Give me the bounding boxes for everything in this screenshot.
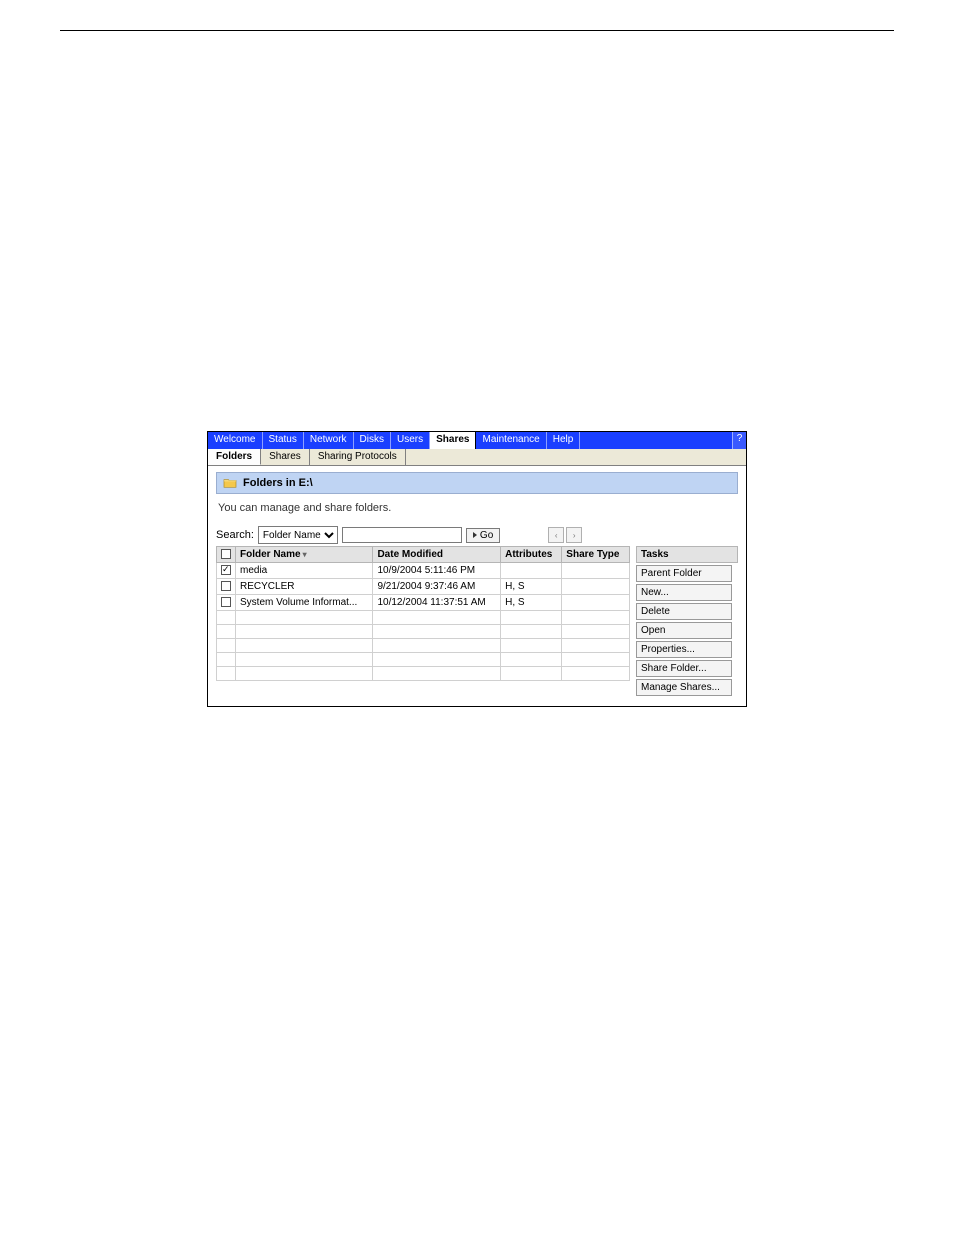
task-properties-button[interactable]: Properties... xyxy=(636,641,732,658)
panel-description: You can manage and share folders. xyxy=(218,502,736,514)
checkbox-icon[interactable] xyxy=(221,549,231,559)
cell-share-type xyxy=(562,595,630,611)
tab-shares[interactable]: Shares xyxy=(430,432,476,449)
cell-date-modified: 10/9/2004 5:11:46 PM xyxy=(373,563,501,579)
sub-nav: Folders Shares Sharing Protocols xyxy=(208,449,746,466)
cell-date-modified: 10/12/2004 11:37:51 AM xyxy=(373,595,501,611)
help-icon[interactable]: ? xyxy=(732,432,746,449)
search-label: Search: xyxy=(216,529,254,541)
column-header-folder-name[interactable]: Folder Name▾ xyxy=(236,547,373,563)
cell-attributes: H, S xyxy=(501,595,562,611)
cell-folder-name: System Volume Informat... xyxy=(236,595,373,611)
panel-title: Folders in E:\ xyxy=(243,477,313,489)
column-header-checkbox[interactable] xyxy=(217,547,236,563)
table-row-empty xyxy=(217,611,630,625)
page-prev-button[interactable]: ‹ xyxy=(548,527,564,543)
cell-folder-name: media xyxy=(236,563,373,579)
search-row: Search: Folder Name Go ‹ › xyxy=(216,526,738,544)
cell-date-modified: 9/21/2004 9:37:46 AM xyxy=(373,579,501,595)
row-checkbox[interactable] xyxy=(221,597,231,607)
top-nav: Welcome Status Network Disks Users Share… xyxy=(208,432,746,449)
column-header-share-type[interactable]: Share Type xyxy=(562,547,630,563)
page-rule xyxy=(60,30,894,31)
column-header-attributes[interactable]: Attributes xyxy=(501,547,562,563)
cell-attributes xyxy=(501,563,562,579)
table-row-empty xyxy=(217,625,630,639)
tasks-panel: Tasks Parent Folder New... Delete Open P… xyxy=(636,546,738,696)
table-row[interactable]: media10/9/2004 5:11:46 PM xyxy=(217,563,630,579)
table-row[interactable]: System Volume Informat...10/12/2004 11:3… xyxy=(217,595,630,611)
subtab-sharing-protocols[interactable]: Sharing Protocols xyxy=(310,449,406,465)
tab-maintenance[interactable]: Maintenance xyxy=(476,432,546,449)
cell-share-type xyxy=(562,563,630,579)
task-open-button[interactable]: Open xyxy=(636,622,732,639)
table-row-empty xyxy=(217,653,630,667)
task-new-button[interactable]: New... xyxy=(636,584,732,601)
search-input[interactable] xyxy=(342,527,462,543)
row-checkbox[interactable] xyxy=(221,581,231,591)
tab-users[interactable]: Users xyxy=(391,432,430,449)
folder-table: Folder Name▾ Date Modified Attributes Sh… xyxy=(216,546,630,696)
task-manage-shares-button[interactable]: Manage Shares... xyxy=(636,679,732,696)
cell-attributes: H, S xyxy=(501,579,562,595)
column-header-date-modified[interactable]: Date Modified xyxy=(373,547,501,563)
app-window: Welcome Status Network Disks Users Share… xyxy=(207,431,747,707)
subtab-folders[interactable]: Folders xyxy=(208,449,261,465)
task-parent-folder-button[interactable]: Parent Folder xyxy=(636,565,732,582)
paging-buttons: ‹ › xyxy=(548,527,582,543)
row-checkbox[interactable] xyxy=(221,565,231,575)
play-icon xyxy=(473,532,477,538)
table-row-empty xyxy=(217,639,630,653)
task-share-folder-button[interactable]: Share Folder... xyxy=(636,660,732,677)
search-field-select[interactable]: Folder Name xyxy=(258,526,338,544)
cell-share-type xyxy=(562,579,630,595)
tab-help[interactable]: Help xyxy=(547,432,581,449)
table-row-empty xyxy=(217,667,630,681)
tab-welcome[interactable]: Welcome xyxy=(208,432,263,449)
tasks-heading: Tasks xyxy=(636,546,738,563)
tab-network[interactable]: Network xyxy=(304,432,354,449)
panel-title-band: Folders in E:\ xyxy=(216,472,738,494)
tab-disks[interactable]: Disks xyxy=(354,432,391,449)
sort-indicator-icon: ▾ xyxy=(303,550,307,559)
table-row[interactable]: RECYCLER9/21/2004 9:37:46 AMH, S xyxy=(217,579,630,595)
folder-icon xyxy=(223,477,237,489)
page-next-button[interactable]: › xyxy=(566,527,582,543)
cell-folder-name: RECYCLER xyxy=(236,579,373,595)
subtab-shares[interactable]: Shares xyxy=(261,449,310,465)
task-delete-button[interactable]: Delete xyxy=(636,603,732,620)
go-button[interactable]: Go xyxy=(466,528,500,543)
tab-status[interactable]: Status xyxy=(263,432,304,449)
go-button-label: Go xyxy=(480,530,493,541)
content-area: Folders in E:\ You can manage and share … xyxy=(208,466,746,706)
